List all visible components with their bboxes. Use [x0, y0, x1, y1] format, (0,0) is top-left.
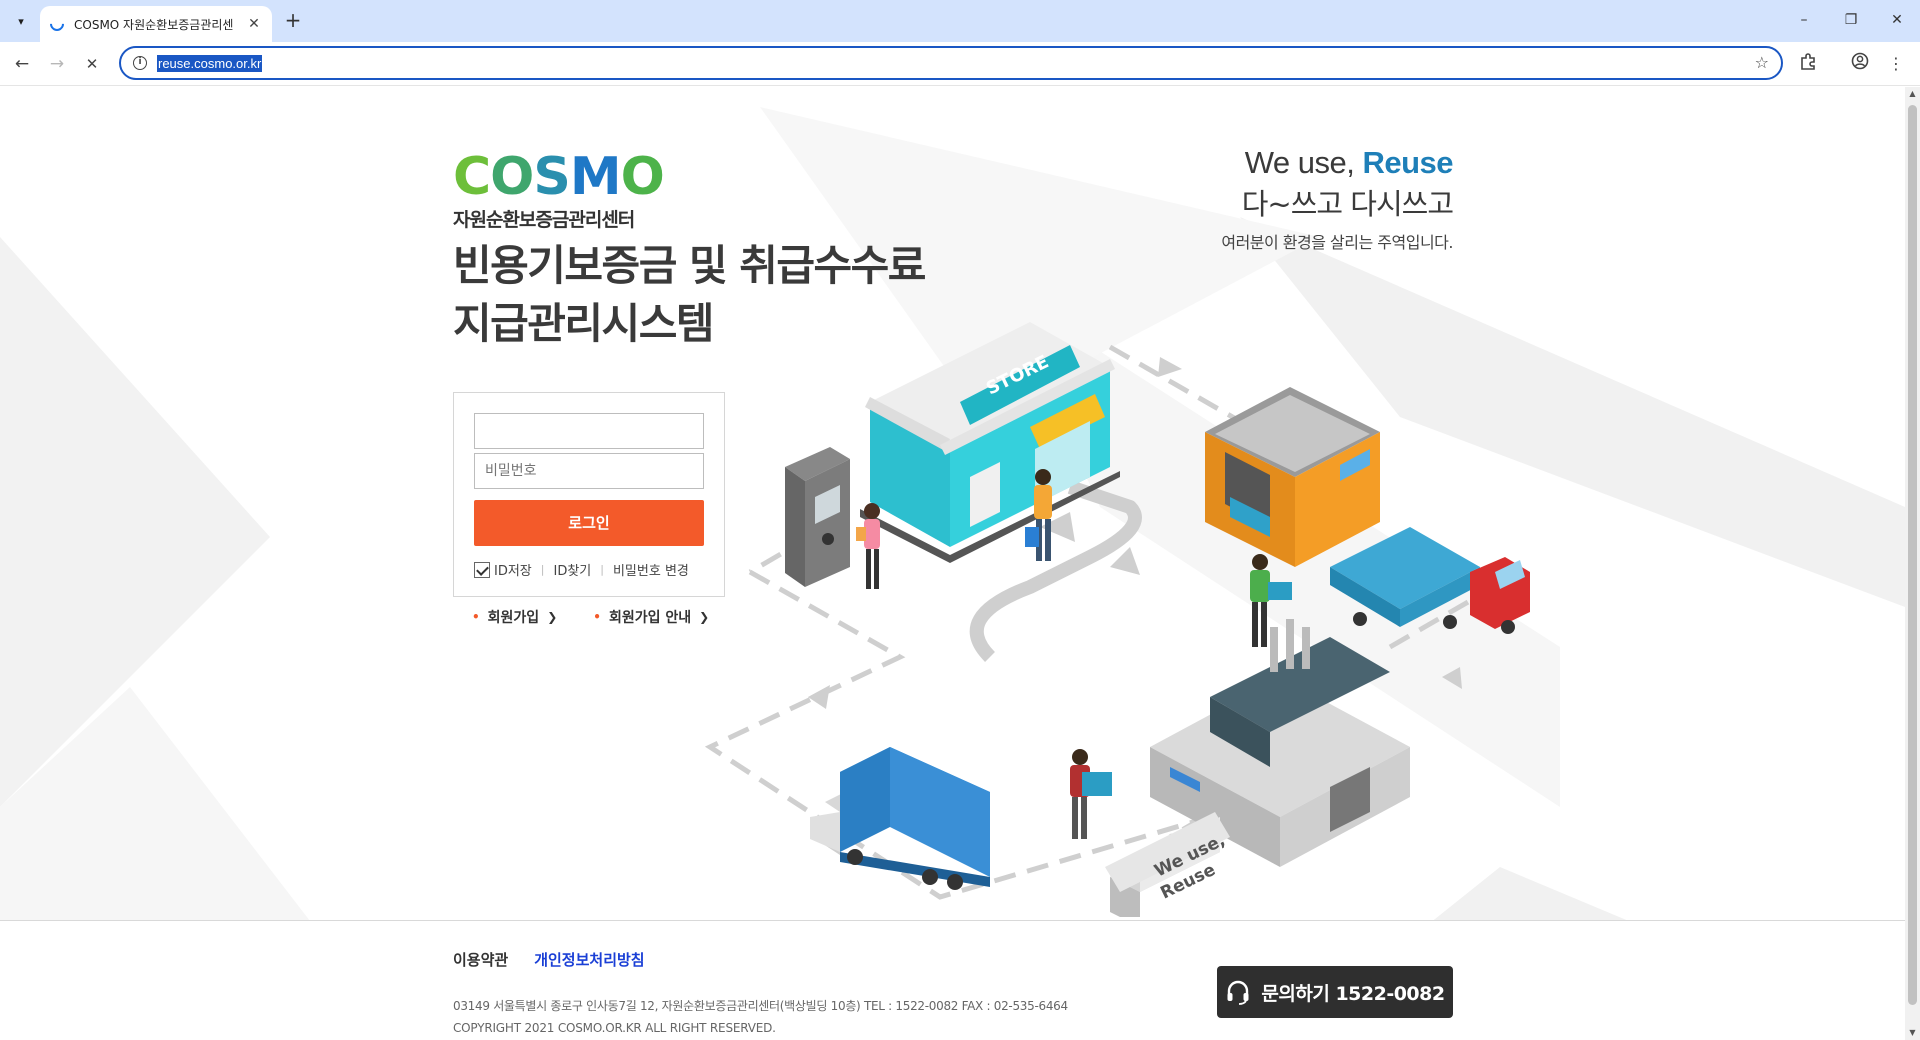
- chevron-right-icon: ❯: [699, 610, 710, 624]
- factory-worker: [1070, 749, 1112, 839]
- address-bar[interactable]: i reuse.cosmo.or.kr ☆: [119, 46, 1783, 80]
- signup-guide-label: 회원가입 안내: [608, 610, 692, 626]
- login-options: ID저장 | ID찾기 | 비밀번호 변경: [474, 560, 689, 579]
- tab-search-chevron-icon[interactable]: ▾: [10, 10, 32, 32]
- privacy-policy-link[interactable]: 개인정보처리방침: [534, 949, 644, 970]
- logo-wordmark: COSMO: [453, 147, 665, 207]
- save-id-checkbox[interactable]: [474, 561, 490, 578]
- contact-label: 문의하기 1522-0082: [1261, 982, 1445, 1005]
- scroll-thumb[interactable]: [1908, 105, 1917, 1005]
- logo-subtitle: 자원순환보증금관리센터: [453, 209, 635, 231]
- minimize-button[interactable]: –: [1789, 8, 1819, 32]
- bullet-dot-icon: •: [593, 610, 601, 624]
- browser-tab[interactable]: COSMO 자원순환보증금관리센 ✕: [40, 6, 272, 42]
- restore-button[interactable]: ❐: [1836, 8, 1866, 32]
- contact-button[interactable]: 문의하기 1522-0082: [1217, 966, 1453, 1018]
- divider: |: [600, 563, 604, 576]
- change-password-link[interactable]: 비밀번호 변경: [613, 560, 689, 579]
- signup-link[interactable]: • 회원가입 ❯: [472, 607, 557, 627]
- store-building: STORE: [860, 322, 1120, 563]
- site-info-icon[interactable]: i: [133, 56, 147, 70]
- close-window-button[interactable]: ✕: [1882, 8, 1912, 32]
- tab-close-icon[interactable]: ✕: [246, 16, 262, 32]
- loading-spinner-icon: [47, 14, 67, 34]
- join-links: • 회원가입 ❯ • 회원가입 안내 ❯: [472, 607, 745, 627]
- page-viewport: COSMO 자원순환보증금관리센터 빈용기보증금 및 취급수수료 지급관리시스템…: [0, 87, 1905, 1040]
- page-scrollbar[interactable]: ▲ ▼: [1905, 87, 1920, 1040]
- password-input[interactable]: [474, 453, 704, 489]
- browser-tab-bar: ▾ COSMO 자원순환보증금관리센 ✕ + – ❐ ✕: [0, 0, 1920, 42]
- headset-icon: [1227, 980, 1249, 1005]
- bullet-dot-icon: •: [472, 610, 480, 624]
- crate-truck: [1330, 527, 1530, 634]
- scroll-up-arrow-icon[interactable]: ▲: [1905, 89, 1920, 101]
- chevron-right-icon: ❯: [547, 610, 558, 624]
- footer-address: 03149 서울특별시 종로구 인사동7길 12, 자원순환보증금관리센터(백상…: [453, 999, 1068, 1013]
- url-text[interactable]: reuse.cosmo.or.kr: [157, 54, 263, 72]
- login-form: 로그인 ID저장 | ID찾기 | 비밀번호 변경: [453, 392, 725, 597]
- back-arrow-icon[interactable]: ←: [10, 52, 34, 76]
- tab-title: COSMO 자원순환보증금관리센: [74, 17, 234, 32]
- recycling-cycle-illustration: STORE We use, Reuse: [704, 322, 1530, 917]
- terms-link[interactable]: 이용약관: [453, 949, 508, 970]
- browser-menu-icon[interactable]: ⋮: [1884, 52, 1908, 76]
- footer-copyright: COPYRIGHT 2021 COSMO.OR.KR ALL RIGHT RES…: [453, 1021, 776, 1035]
- footer: 이용약관 개인정보처리방침 03149 서울특별시 종로구 인사동7길 12, …: [0, 920, 1905, 1040]
- delivery-truck: [810, 747, 990, 890]
- extensions-puzzle-icon[interactable]: [1796, 52, 1820, 76]
- forward-arrow-icon[interactable]: →: [45, 52, 69, 76]
- slogan-korean: 다~쓰고 다시쓰고: [1241, 187, 1454, 221]
- shopper-woman: [856, 503, 880, 589]
- login-button[interactable]: 로그인: [474, 500, 704, 546]
- save-id-label[interactable]: ID저장: [494, 560, 532, 579]
- scroll-down-arrow-icon[interactable]: ▼: [1905, 1028, 1920, 1040]
- vending-machine: [785, 447, 850, 587]
- cosmo-logo[interactable]: COSMO 자원순환보증금관리센터: [453, 147, 665, 232]
- slogan-english: We use, Reuse: [1244, 145, 1454, 180]
- divider: |: [540, 563, 545, 576]
- find-id-link[interactable]: ID찾기: [553, 560, 591, 579]
- profile-icon[interactable]: [1848, 52, 1872, 76]
- new-tab-button[interactable]: +: [282, 10, 304, 32]
- user-id-input[interactable]: [474, 413, 704, 449]
- signup-guide-link[interactable]: • 회원가입 안내 ❯: [593, 607, 709, 627]
- browser-toolbar: ← → ✕ i reuse.cosmo.or.kr ☆ ⋮: [0, 42, 1920, 86]
- footer-links: 이용약관 개인정보처리방침: [453, 949, 645, 970]
- stop-loading-icon[interactable]: ✕: [80, 52, 104, 76]
- bookmark-star-icon[interactable]: ☆: [1755, 53, 1769, 72]
- signup-label: 회원가입: [487, 610, 540, 626]
